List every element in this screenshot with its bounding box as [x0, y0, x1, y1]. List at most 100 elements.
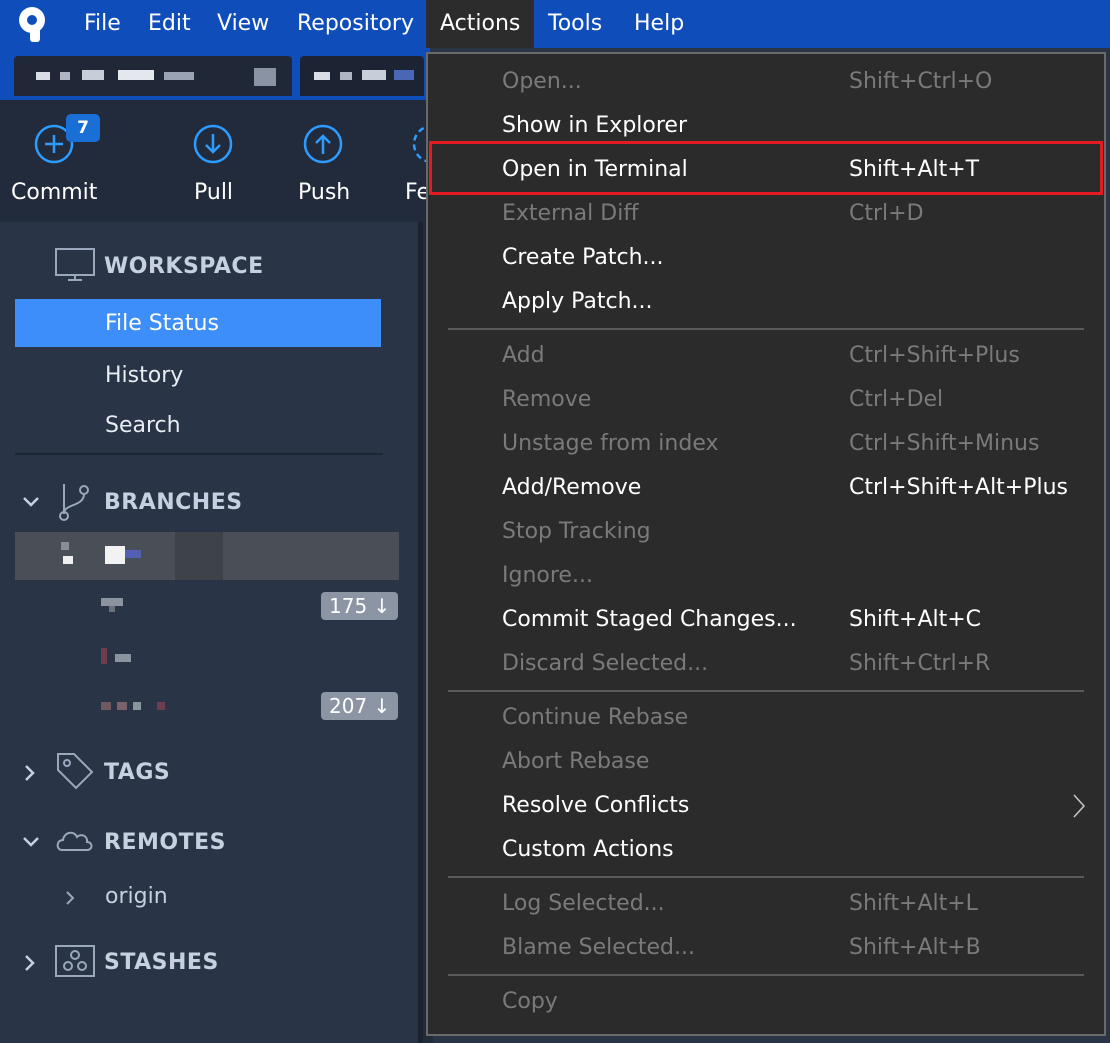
branch-item[interactable]: 207 ↓	[15, 684, 399, 728]
branch-item[interactable]	[15, 634, 399, 678]
menu-item-shortcut: Shift+Alt+C	[849, 607, 982, 632]
menu-separator	[448, 328, 1084, 330]
menu-item-label: Continue Rebase	[502, 705, 689, 730]
sidebar-item-file-status[interactable]: File Status	[15, 299, 381, 347]
menu-item-stop-tracking: Stop Tracking	[428, 510, 1104, 554]
sidebar-item-label: Search	[105, 413, 181, 438]
redacted-branch-name	[101, 598, 123, 606]
sourcetree-logo-icon	[19, 7, 45, 42]
menu-separator	[448, 690, 1084, 692]
menu-help[interactable]: Help	[620, 0, 698, 48]
workspace-title: WORKSPACE	[104, 254, 264, 279]
behind-count-badge: 175 ↓	[321, 592, 399, 620]
menu-item-add-remove[interactable]: Add/Remove Ctrl+Shift+Alt+Plus	[428, 466, 1104, 510]
chevron-right-icon[interactable]	[24, 954, 36, 972]
menu-item-copy: Copy	[428, 980, 1104, 1024]
chevron-down-icon[interactable]	[22, 496, 40, 508]
menu-item-label: Discard Selected...	[502, 651, 709, 676]
menu-item-label: Open...	[502, 69, 582, 94]
sidebar-item-search[interactable]: Search	[15, 401, 381, 447]
menu-item-label: Custom Actions	[502, 837, 674, 862]
fetch-button[interactable]: Fe	[390, 100, 430, 222]
remote-item-origin[interactable]: origin	[15, 874, 399, 918]
chevron-down-icon[interactable]	[22, 836, 40, 848]
sidebar-item-history[interactable]: History	[15, 351, 381, 397]
menu-item-shortcut: Shift+Alt+L	[849, 891, 978, 916]
menu-item-shortcut: Ctrl+Shift+Alt+Plus	[849, 475, 1069, 500]
redacted-tab-title	[36, 72, 50, 80]
menu-item-shortcut: Ctrl+Shift+Plus	[849, 343, 1020, 368]
menu-item-label: External Diff	[502, 201, 639, 226]
redacted-tab-title	[60, 72, 70, 80]
menu-view[interactable]: View	[203, 0, 283, 48]
menu-item-continue-rebase: Continue Rebase	[428, 696, 1104, 740]
remotes-title: REMOTES	[104, 830, 226, 855]
menu-separator	[448, 876, 1084, 878]
menu-item-shortcut: Ctrl+Shift+Minus	[849, 431, 1040, 456]
pull-arrow-icon	[193, 124, 233, 164]
close-tab-icon[interactable]	[254, 68, 276, 86]
menu-item-label: Create Patch...	[502, 245, 664, 270]
section-divider	[15, 453, 383, 455]
menu-item-shortcut: Shift+Ctrl+O	[849, 69, 993, 94]
branch-item[interactable]: 175 ↓	[15, 584, 399, 628]
menu-item-label: Abort Rebase	[502, 749, 650, 774]
stashes-title: STASHES	[104, 950, 219, 975]
menu-item-shortcut: Ctrl+Del	[849, 387, 944, 412]
repo-tab[interactable]	[14, 56, 292, 96]
actions-dropdown-menu: Open... Shift+Ctrl+O Show in Explorer Open …	[426, 52, 1106, 1036]
pull-button[interactable]: Pull	[170, 100, 258, 222]
redacted-branch-name	[109, 606, 115, 612]
remote-label: origin	[105, 884, 168, 909]
menu-item-label: Ignore...	[502, 563, 593, 588]
push-label: Push	[298, 180, 351, 205]
monitor-icon	[55, 248, 95, 281]
menu-item-custom-actions[interactable]: Custom Actions	[428, 828, 1104, 872]
menu-item-apply-patch[interactable]: Apply Patch...	[428, 280, 1104, 324]
menu-file[interactable]: File	[70, 0, 135, 48]
branch-item-current[interactable]	[15, 532, 399, 580]
menu-item-label: Commit Staged Changes...	[502, 607, 797, 632]
menu-actions[interactable]: Actions	[426, 0, 534, 48]
branches-title: BRANCHES	[104, 490, 243, 515]
chevron-right-icon[interactable]	[24, 764, 36, 782]
menu-item-commit-staged-changes[interactable]: Commit Staged Changes... Shift+Alt+C	[428, 598, 1104, 642]
menu-item-create-patch[interactable]: Create Patch...	[428, 236, 1104, 280]
menu-tools[interactable]: Tools	[534, 0, 616, 48]
redacted-branch-name	[63, 556, 73, 564]
redacted-branch-name	[133, 702, 141, 710]
repo-tab-strip	[0, 48, 430, 100]
menu-item-shortcut: Shift+Ctrl+R	[849, 651, 991, 676]
redacted-tab-title	[82, 70, 104, 80]
stash-icon	[55, 945, 95, 977]
sidebar: WORKSPACE File Status History Search BRA…	[0, 222, 420, 1043]
menu-item-label: Log Selected...	[502, 891, 665, 916]
menu-edit[interactable]: Edit	[134, 0, 205, 48]
menu-item-resolve-conflicts[interactable]: Resolve Conflicts	[428, 784, 1104, 828]
menu-repository[interactable]: Repository	[283, 0, 428, 48]
chevron-right-icon[interactable]	[65, 890, 75, 906]
menu-bar: File Edit View Repository Actions Tools …	[0, 0, 1110, 48]
tags-title: TAGS	[104, 760, 171, 785]
redacted-branch-name	[105, 546, 125, 564]
repo-tab[interactable]	[300, 56, 424, 96]
redacted-tab-title	[362, 70, 386, 80]
submenu-arrow-icon	[1073, 794, 1086, 818]
behind-count-badge: 207 ↓	[321, 692, 399, 720]
redacted-tab-title	[314, 72, 330, 80]
pull-label: Pull	[194, 180, 234, 205]
redacted-branch-name	[115, 654, 131, 662]
sidebar-item-label: File Status	[105, 311, 219, 336]
menu-item-label: Copy	[502, 989, 558, 1014]
menu-item-shortcut: Shift+Alt+B	[849, 935, 981, 960]
menu-item-label: Stop Tracking	[502, 519, 651, 544]
cloud-icon	[56, 831, 93, 851]
redacted-tab-title	[394, 70, 414, 80]
redacted-tab-title	[340, 72, 352, 80]
redacted-branch-name	[117, 702, 127, 710]
red-highlight-annotation	[429, 141, 1103, 195]
push-button[interactable]: Push	[282, 100, 366, 222]
menu-item-label: Apply Patch...	[502, 289, 653, 314]
menu-item-remove: Remove Ctrl+Del	[428, 378, 1104, 422]
push-arrow-icon	[303, 124, 343, 164]
